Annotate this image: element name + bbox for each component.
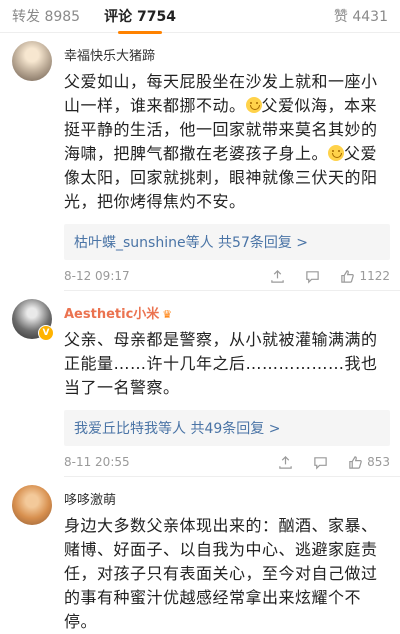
username[interactable]: 哆哆激萌 [64,489,390,508]
comment-button[interactable] [305,269,320,284]
comment-body: 哆哆激萌 身边大多数父亲体现出来的：酗酒、家暴、赌博、好面子、以自我为中心、逃避… [64,485,390,634]
comment-item: V Aesthetic小米 ♛ 父亲、母亲都是警察，从小就被灌输满满的正能量……许… [0,291,400,476]
comment-list: 幸福快乐大猪蹄 父爱如山，每天屁股坐在沙发上就和一座小山一样，谁来都挪不动。 父爱… [0,33,400,634]
like-count: 1122 [359,269,390,283]
comment-text: 父爱如山，每天屁股坐在沙发上就和一座小山一样，谁来都挪不动。 父爱似海，本来挺平静… [64,70,390,214]
thumb-up-icon [341,269,355,283]
username[interactable]: Aesthetic小米 ♛ [64,303,390,322]
share-icon [279,455,292,469]
comment-time: 8-12 09:17 [64,269,130,283]
vip-badge-icon: V [38,325,54,341]
tab-like[interactable]: 赞 4431 [334,6,388,26]
reply-users-link[interactable]: 枯叶蝶_sunshine等人 [74,235,214,251]
comment-meta: 8-12 09:17 1122 [64,262,390,290]
avatar[interactable] [12,41,52,81]
reply-count-link[interactable]: 共57条回复 > [218,235,308,251]
comment-time: 8-11 20:55 [64,455,130,469]
reply-users-link[interactable]: 我爱丘比特我等人 [74,421,186,437]
smile-emoji-icon [328,145,345,161]
reply-count-link[interactable]: 共49条回复 > [190,421,280,437]
member-crown-icon: ♛ [162,308,173,321]
like-button[interactable]: 1122 [340,269,390,284]
share-icon [271,269,285,283]
comment-body: Aesthetic小米 ♛ 父亲、母亲都是警察，从小就被灌输满满的正能量……许十几… [64,299,390,476]
username-text: Aesthetic小米 [64,307,160,322]
like-count: 853 [367,455,390,469]
comment-tabs: 转发 8985 评论 7754 赞 4431 [0,0,400,34]
tab-comment[interactable]: 评论 7754 [104,6,176,34]
comment-text: 父亲、母亲都是警察，从小就被灌输满满的正能量……许十几年之后………………我也当了… [64,330,378,397]
username[interactable]: 幸福快乐大猪蹄 [64,45,390,64]
comment-icon [314,456,327,470]
avatar[interactable] [12,485,52,525]
tab-repost[interactable]: 转发 8985 [12,6,80,26]
comment-item: 幸福快乐大猪蹄 父爱如山，每天屁股坐在沙发上就和一座小山一样，谁来都挪不动。 父爱… [0,33,400,290]
avatar[interactable]: V [12,299,54,341]
reply-preview[interactable]: 枯叶蝶_sunshine等人 共57条回复 > [64,224,390,260]
reply-preview[interactable]: 我爱丘比特我等人 共49条回复 > [64,410,390,446]
comment-icon [306,270,320,284]
thumb-up-icon [349,455,362,469]
smile-emoji-icon [245,97,262,113]
comment-meta: 8-11 20:55 853 [64,448,390,476]
comment-text: 身边大多数父亲体现出来的：酗酒、家暴、赌博、好面子、以自我为中心、逃避家庭责任，… [64,516,378,631]
comment-button[interactable] [313,455,328,470]
like-button[interactable]: 853 [348,455,390,470]
comment-item: 哆哆激萌 身边大多数父亲体现出来的：酗酒、家暴、赌博、好面子、以自我为中心、逃避… [0,477,400,634]
comment-body: 幸福快乐大猪蹄 父爱如山，每天屁股坐在沙发上就和一座小山一样，谁来都挪不动。 父爱… [64,41,390,290]
share-button[interactable] [278,455,293,470]
share-button[interactable] [270,269,285,284]
